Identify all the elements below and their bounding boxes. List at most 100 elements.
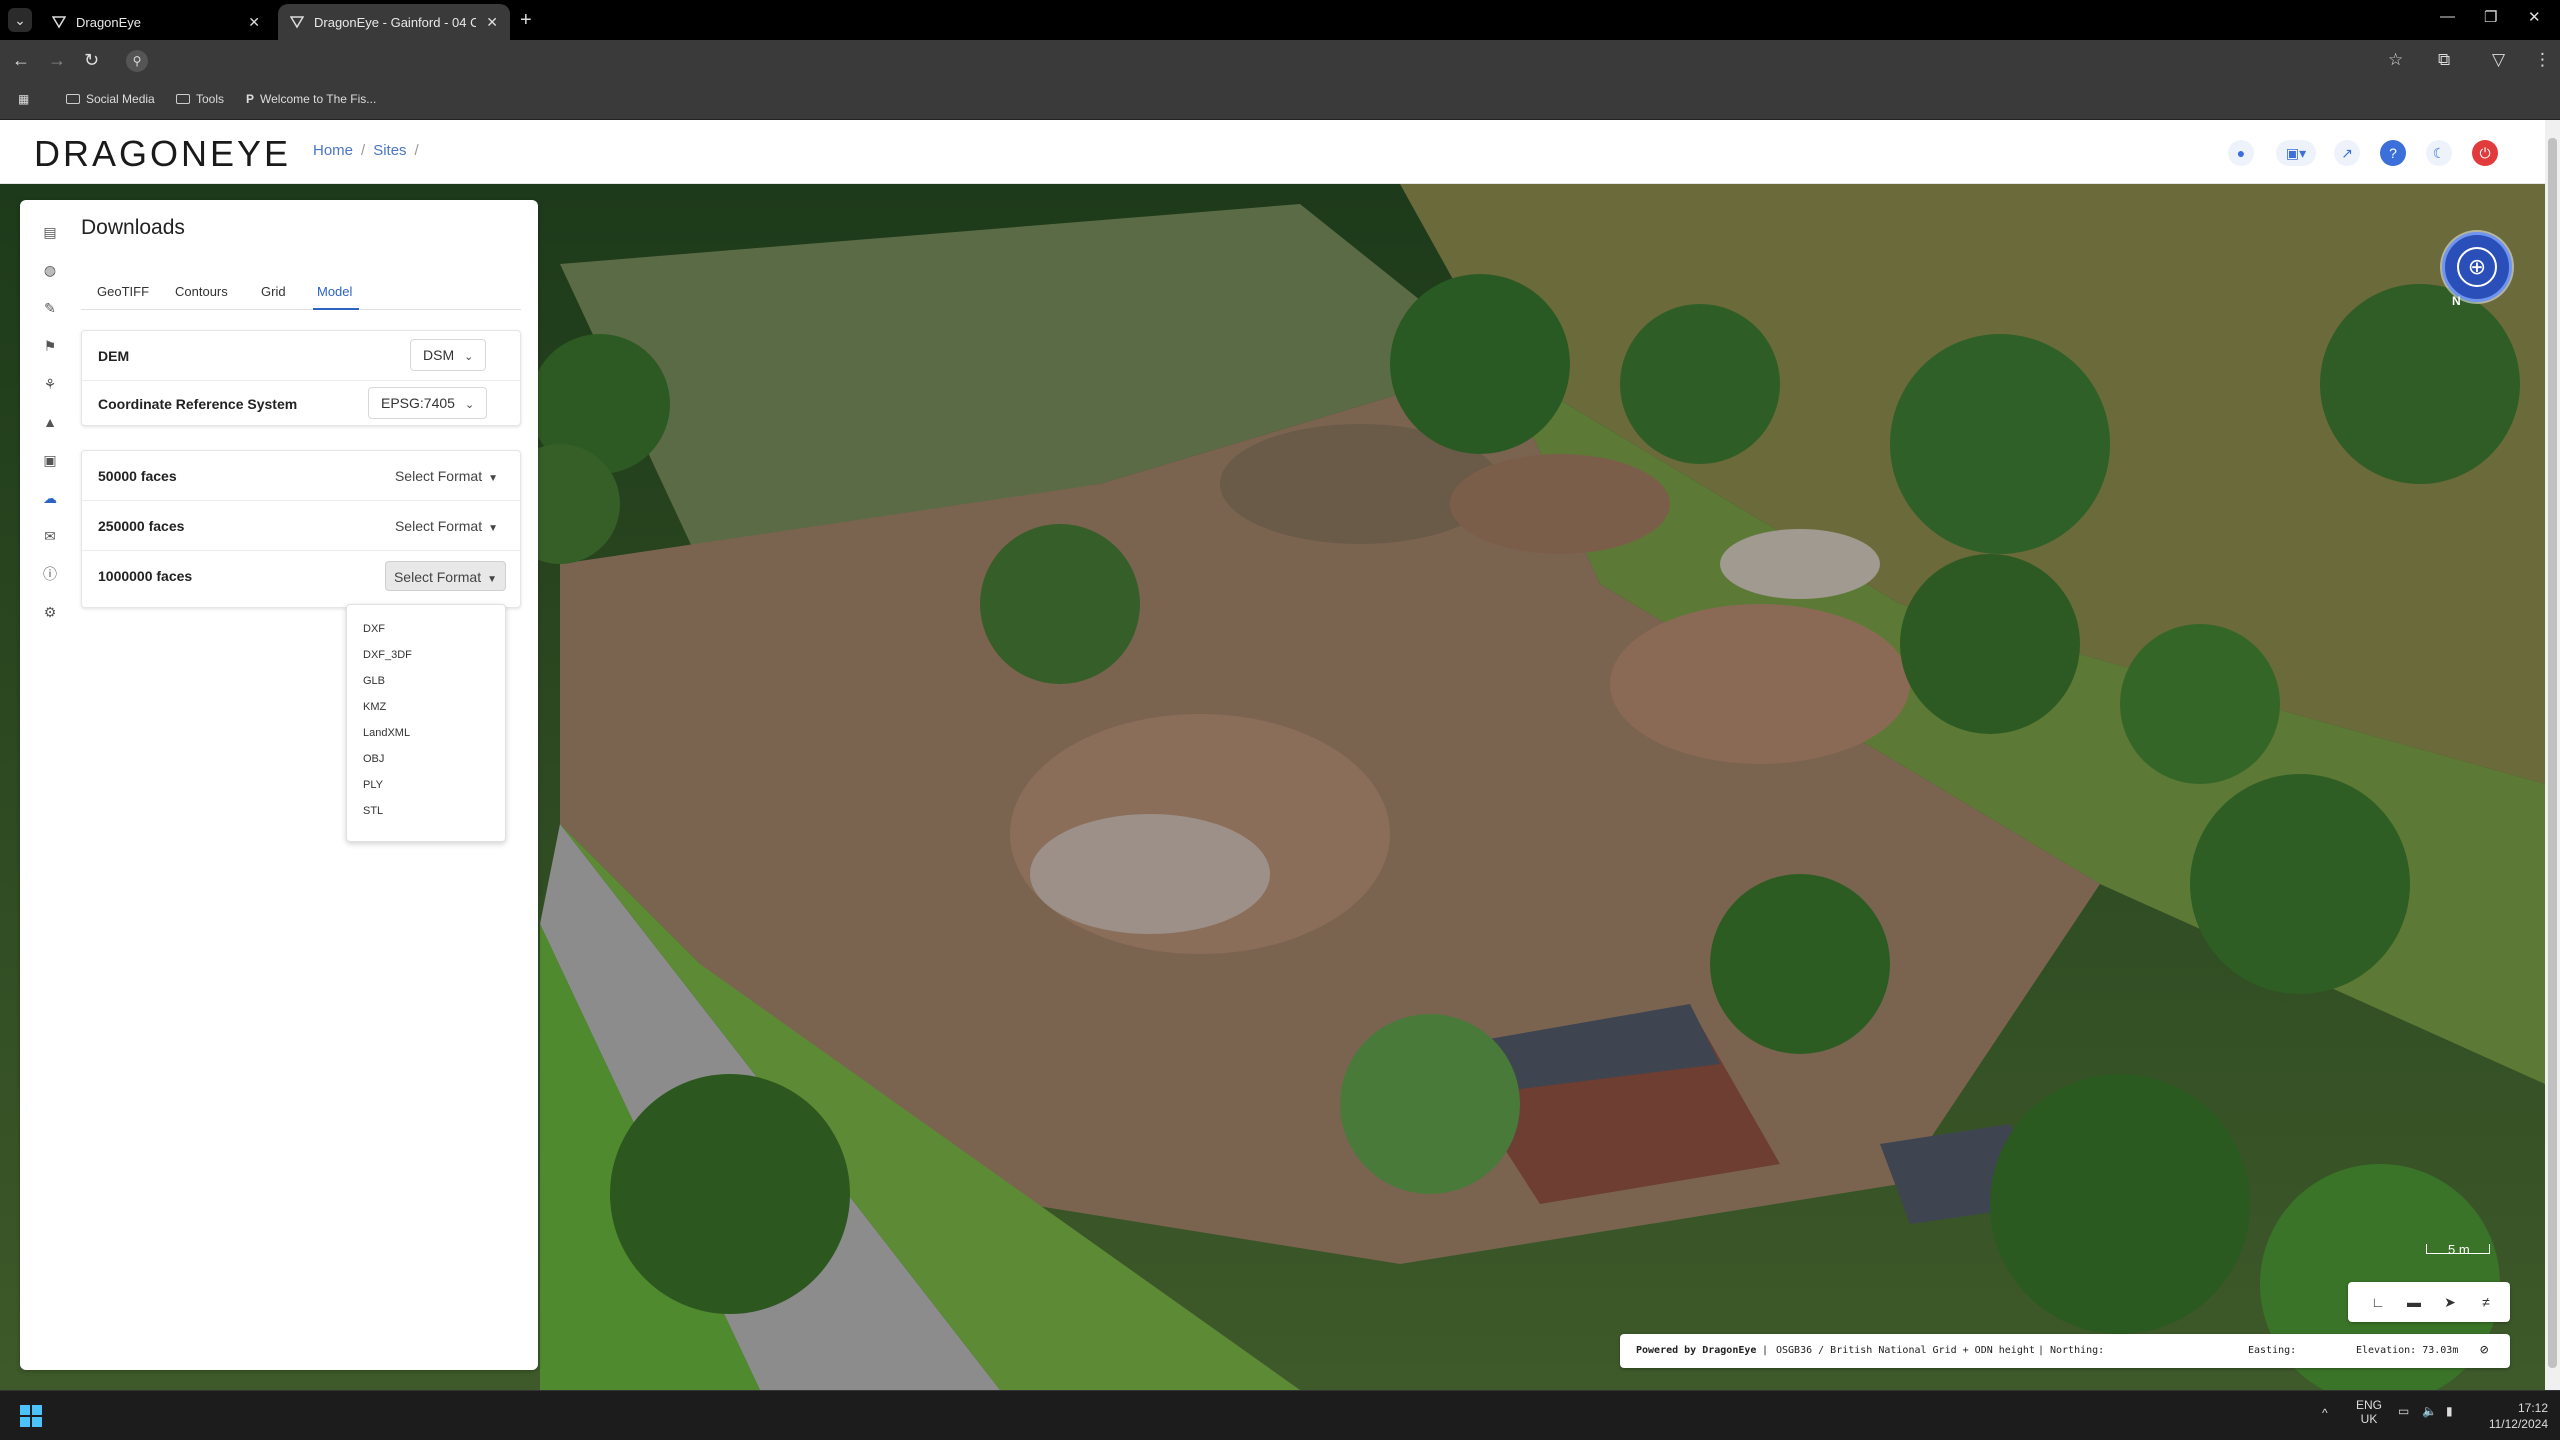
site-info-icon[interactable]: ⚲ xyxy=(126,50,148,72)
format-option-landxml[interactable]: LandXML xyxy=(363,727,410,739)
drone-icon[interactable]: ⚘ xyxy=(42,376,58,392)
extensions-icon[interactable]: ⧉ xyxy=(2438,50,2450,70)
format-option-kmz[interactable]: KMZ xyxy=(363,701,386,713)
help-icon[interactable]: ? xyxy=(2380,140,2406,166)
crs-row: Coordinate Reference System EPSG:7405 ⌄ xyxy=(82,379,520,429)
forward-icon[interactable]: → xyxy=(48,50,66,71)
tab-model[interactable]: Model xyxy=(317,284,352,299)
volume-icon[interactable]: ▲ xyxy=(42,414,58,430)
chevron-down-icon: ⌄ xyxy=(464,399,475,411)
swap-tool-icon[interactable]: ≠ xyxy=(2476,1292,2496,1312)
info-icon[interactable]: ⓘ xyxy=(42,566,58,582)
compass-north-label: N xyxy=(2452,294,2461,308)
back-icon[interactable]: ← xyxy=(12,50,30,71)
bookmarks-bar xyxy=(0,84,2560,120)
distance-tool-icon[interactable]: ▬ xyxy=(2404,1292,2424,1312)
globe-icon[interactable]: ◍ xyxy=(42,262,58,278)
reload-icon[interactable]: ↻ xyxy=(84,50,99,71)
angle-tool-icon[interactable]: ∟ xyxy=(2368,1292,2388,1312)
tab-search-button[interactable]: ⌄ xyxy=(8,8,32,32)
breadcrumb-sites[interactable]: Sites xyxy=(373,142,406,159)
map-measure-controls: ∟ ▬ ➤ ≠ xyxy=(2348,1282,2510,1322)
dem-select[interactable]: DSM ⌄ xyxy=(410,339,487,371)
powered-by-label: Powered by DragonEye xyxy=(1636,1345,1757,1356)
browser-toolbar xyxy=(0,40,2560,84)
apps-grid-icon[interactable]: ▦ xyxy=(18,92,29,106)
flag-icon[interactable]: ⚑ xyxy=(42,338,58,354)
image-icon[interactable]: ▣ xyxy=(42,452,58,468)
browser-tab-2[interactable]: DragonEye - Gainford - 04 Oct ✕ xyxy=(278,4,510,40)
tray-chevron-icon[interactable]: ^ xyxy=(2322,1406,2328,1420)
faces-label: 50000 faces xyxy=(98,468,177,484)
caret-down-icon: ▼ xyxy=(488,523,498,534)
comment-icon[interactable]: ✉ xyxy=(42,528,58,544)
new-tab-button[interactable]: + xyxy=(520,9,532,32)
compass-settings-icon[interactable]: ⊘ xyxy=(2480,1342,2488,1358)
close-window-icon[interactable]: ✕ xyxy=(2528,8,2541,26)
taskbar-clock[interactable]: 17:12 11/12/2024 xyxy=(2468,1400,2548,1432)
network-icon[interactable]: ▭ xyxy=(2398,1404,2409,1418)
page-scrollbar[interactable] xyxy=(2545,120,2560,1390)
format-option-ply[interactable]: PLY xyxy=(363,779,383,791)
folder-icon xyxy=(176,94,190,104)
format-option-dxf-3df[interactable]: DXF_3DF xyxy=(363,649,412,661)
tool-rail: ▤ ◍ ✎ ⚑ ⚘ ▲ ▣ ☁ ✉ ⓘ ⚙ xyxy=(22,200,58,1360)
model-row: 50000 faces Select Format ▼ xyxy=(82,451,520,501)
close-tab-icon[interactable]: ✕ xyxy=(486,14,498,31)
id-card-dropdown-icon[interactable]: ▣▾ xyxy=(2276,140,2316,166)
active-tab-indicator xyxy=(313,308,359,310)
crs-label: Coordinate Reference System xyxy=(98,396,298,412)
tab-title: DragonEye xyxy=(76,14,142,30)
dark-mode-icon[interactable]: ☾ xyxy=(2426,140,2452,166)
logout-icon[interactable]: ⏻ xyxy=(2472,140,2498,166)
language-indicator[interactable]: ENG UK xyxy=(2356,1398,2382,1426)
crosshair-icon: ⊕ xyxy=(2457,247,2497,287)
format-option-stl[interactable]: STL xyxy=(363,805,383,817)
browser-menu-icon[interactable]: ⋮ xyxy=(2534,50,2551,70)
battery-icon[interactable]: ▮ xyxy=(2446,1404,2453,1418)
format-option-obj[interactable]: OBJ xyxy=(363,753,384,765)
easting-readout: Easting: xyxy=(2248,1345,2297,1356)
page-icon: P xyxy=(246,92,255,106)
bookmark-tools[interactable]: Tools xyxy=(176,92,224,106)
select-format-button[interactable]: Select Format ▼ xyxy=(387,511,506,541)
map-status-bar: Powered by DragonEye | OSGB36 / British … xyxy=(1620,1334,2510,1368)
crs-select[interactable]: EPSG:7405 ⌄ xyxy=(368,387,488,419)
select-format-button[interactable]: Select Format ▼ xyxy=(384,561,506,591)
breadcrumb-home[interactable]: Home xyxy=(313,142,353,159)
browser-tab-1[interactable]: DragonEye ✕ xyxy=(40,4,272,40)
windows-start-icon[interactable] xyxy=(20,1405,42,1427)
tab-contours[interactable]: Contours xyxy=(175,284,228,299)
volume-icon[interactable]: 🔈 xyxy=(2422,1404,2437,1418)
elevation-readout: Elevation: 73.03m xyxy=(2356,1345,2459,1356)
format-option-dxf[interactable]: DXF xyxy=(363,623,385,635)
dragoneye-logo[interactable]: DRAGONEYE xyxy=(34,133,291,175)
scrollbar-thumb[interactable] xyxy=(2548,138,2557,1368)
caret-down-icon: ▼ xyxy=(488,473,498,484)
bookmark-welcome[interactable]: P Welcome to The Fis... xyxy=(246,92,376,106)
folder-icon xyxy=(66,94,80,104)
select-format-button[interactable]: Select Format ▼ xyxy=(387,461,506,491)
minimize-icon[interactable]: — xyxy=(2440,8,2455,25)
user-icon[interactable]: ● xyxy=(2228,140,2254,166)
bookmark-social-media[interactable]: Social Media xyxy=(66,92,155,106)
close-tab-icon[interactable]: ✕ xyxy=(248,14,260,31)
ruler-icon[interactable]: ✎ xyxy=(42,300,58,316)
format-option-glb[interactable]: GLB xyxy=(363,675,385,687)
breadcrumb: Home / Sites / xyxy=(313,142,419,159)
share-icon[interactable]: ↗ xyxy=(2334,140,2360,166)
dragoneye-favicon-icon xyxy=(289,15,305,29)
navigate-tool-icon[interactable]: ➤ xyxy=(2440,1292,2460,1312)
profile-icon[interactable]: ▽ xyxy=(2492,50,2505,70)
restore-icon[interactable]: ❐ xyxy=(2484,8,2497,26)
cloud-download-icon[interactable]: ☁ xyxy=(42,490,58,506)
faces-label: 250000 faces xyxy=(98,518,185,534)
layers-icon[interactable]: ▤ xyxy=(42,224,58,240)
tab-title: DragonEye - Gainford - 04 Oct xyxy=(314,14,477,30)
scale-label: 5 m xyxy=(2448,1242,2470,1257)
settings-gear-icon[interactable]: ⚙ xyxy=(42,604,58,620)
tab-grid[interactable]: Grid xyxy=(261,284,286,299)
tab-geotiff[interactable]: GeoTIFF xyxy=(97,284,149,299)
model-formats-card: 50000 faces Select Format ▼ 250000 faces … xyxy=(81,450,521,608)
bookmark-star-icon[interactable]: ☆ xyxy=(2388,50,2403,70)
